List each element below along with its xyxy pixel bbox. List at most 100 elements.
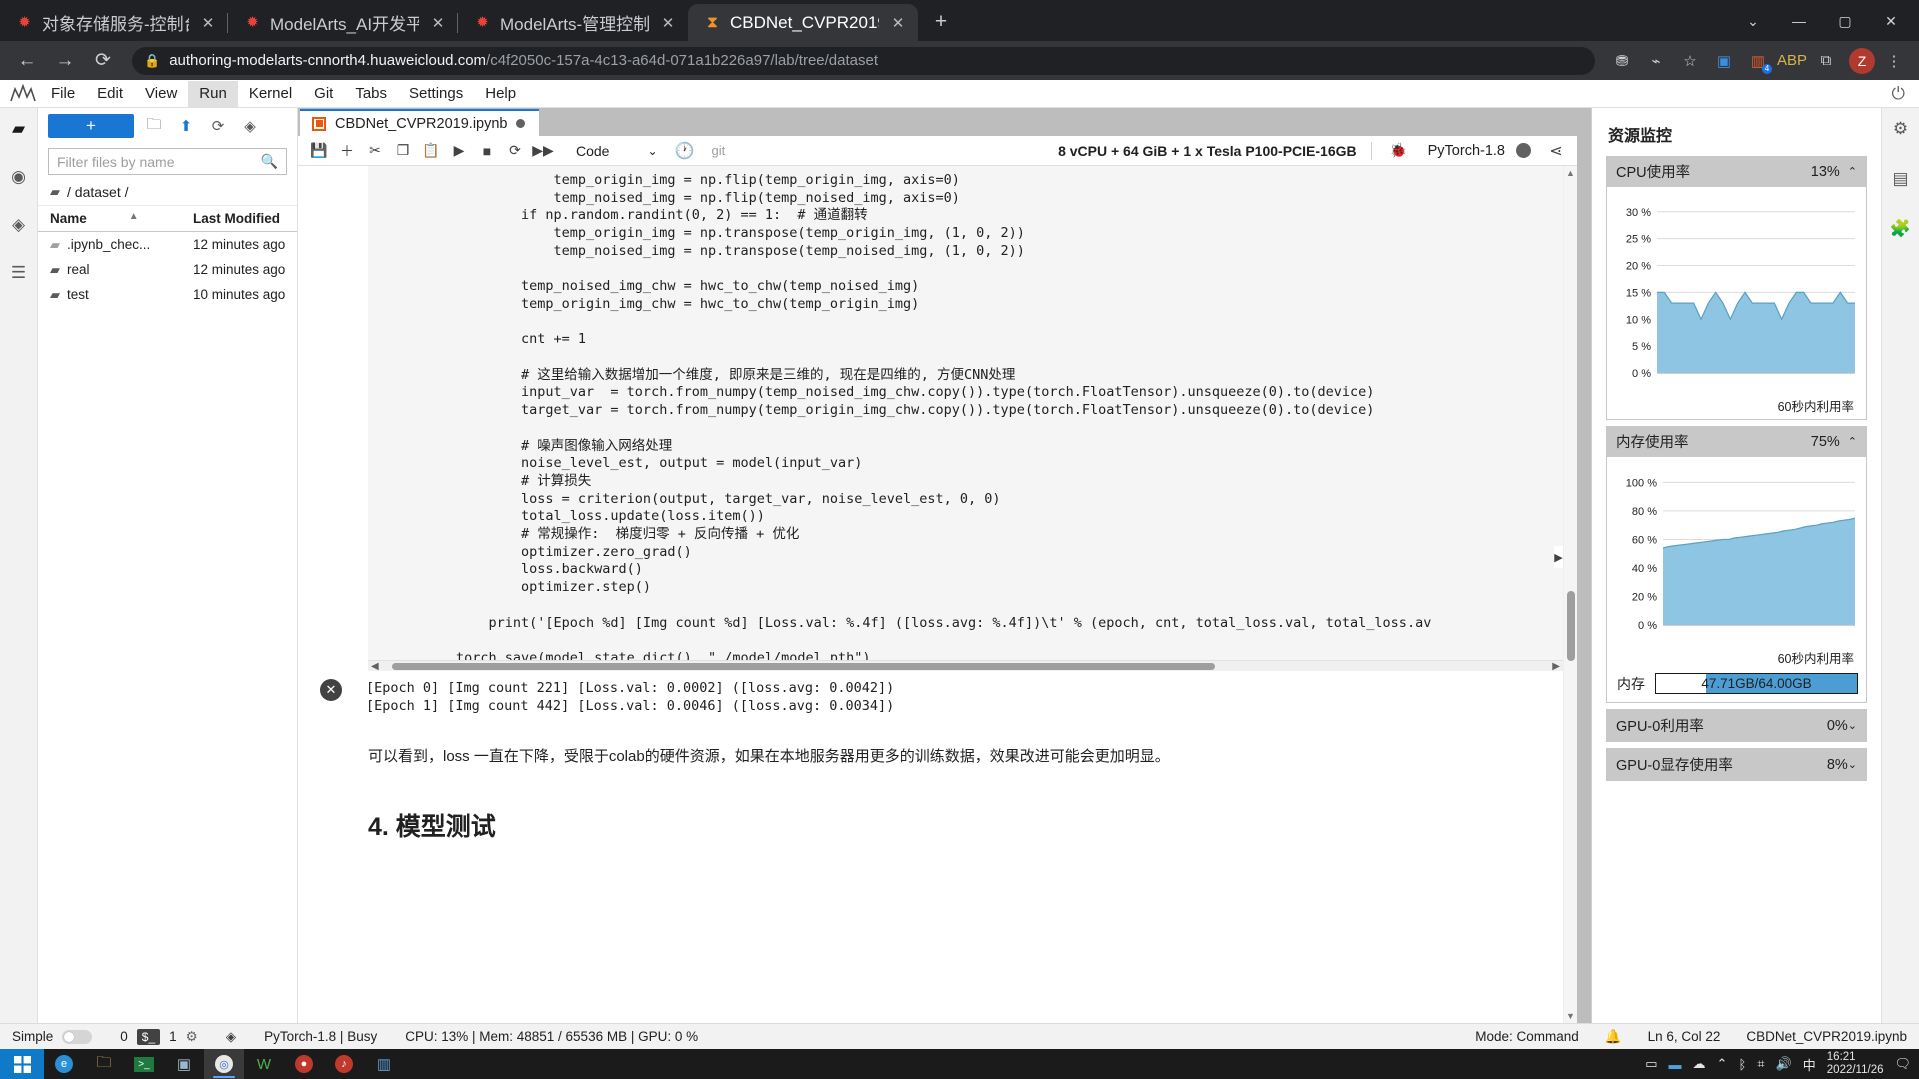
- window-maximize-button[interactable]: ▢: [1823, 6, 1867, 36]
- console-icon[interactable]: ▣: [164, 1049, 204, 1079]
- menu-help[interactable]: Help: [474, 81, 527, 107]
- git-icon[interactable]: ◈: [226, 1029, 236, 1045]
- git-clone-icon[interactable]: ◈: [238, 114, 262, 138]
- search-icon[interactable]: 🔍: [261, 153, 278, 170]
- close-icon[interactable]: ✕: [320, 679, 342, 701]
- network-icon[interactable]: ⌗: [1757, 1056, 1764, 1072]
- bell-icon[interactable]: 🔔: [1605, 1029, 1622, 1045]
- restart-icon[interactable]: ⟳: [502, 139, 528, 163]
- gpu-memory-card[interactable]: GPU-0显存使用率 8% ⌄: [1606, 748, 1867, 781]
- window-close-button[interactable]: ✕: [1869, 6, 1913, 36]
- memory-usage-header[interactable]: 内存使用率 75% ⌃: [1606, 426, 1867, 457]
- scroll-thumb[interactable]: [1567, 591, 1575, 661]
- power-icon[interactable]: ⏻: [1892, 84, 1905, 104]
- clock-icon[interactable]: 🕐: [672, 139, 698, 163]
- run-icon[interactable]: ▶: [446, 139, 472, 163]
- up-arrow-icon[interactable]: ⌃: [1717, 1056, 1728, 1072]
- cut-icon[interactable]: ✂: [362, 139, 388, 163]
- music-icon[interactable]: ♪: [324, 1049, 364, 1079]
- task-view-icon[interactable]: ▭: [1645, 1056, 1657, 1072]
- kernel-status[interactable]: PyTorch-1.8 | Busy: [264, 1029, 377, 1044]
- forward-button[interactable]: →: [48, 44, 82, 78]
- notebook-vertical-scrollbar[interactable]: ▲ ▼: [1563, 166, 1577, 1023]
- new-tab-button[interactable]: +: [926, 7, 956, 37]
- share-icon[interactable]: ⌁: [1641, 46, 1671, 76]
- stop-icon[interactable]: ■: [474, 139, 500, 163]
- reload-button[interactable]: ⟳: [86, 44, 120, 78]
- gpu-utilization-card[interactable]: GPU-0利用率 0% ⌄: [1606, 709, 1867, 742]
- scroll-up-icon[interactable]: ▲: [1566, 168, 1575, 178]
- browser-tab-1[interactable]: ✹ 对象存储服务-控制台 ✕: [0, 4, 228, 41]
- browser-tab-3[interactable]: ✹ ModelArts-管理控制台 ✕: [458, 4, 688, 41]
- bug-icon[interactable]: 🐞: [1386, 139, 1412, 163]
- browser-menu-icon[interactable]: ⋮: [1879, 46, 1909, 76]
- tab-extension-icon[interactable]: ▥ 4: [1743, 46, 1773, 76]
- bluetooth-icon[interactable]: ᛒ: [1738, 1057, 1746, 1072]
- star-icon[interactable]: ☆: [1675, 46, 1705, 76]
- running-terminals-icon[interactable]: ◉: [6, 164, 32, 190]
- browser-tab-2[interactable]: ✹ ModelArts_AI开发平台_机 ✕: [228, 4, 458, 41]
- menu-view[interactable]: View: [134, 81, 188, 107]
- new-folder-icon[interactable]: 🗀: [142, 114, 166, 138]
- notebook-tab[interactable]: CBDNet_CVPR2019.ipynb: [300, 109, 540, 136]
- code-horizontal-scrollbar[interactable]: ◀ ▶: [368, 660, 1563, 672]
- unsaved-indicator-icon[interactable]: [516, 119, 526, 128]
- volume-icon[interactable]: 🔊: [1776, 1056, 1792, 1072]
- property-inspector-icon[interactable]: ⚙: [1888, 116, 1914, 142]
- scroll-right-icon[interactable]: ▶: [1552, 661, 1560, 672]
- cell-type-dropdown[interactable]: Code ⌄: [572, 143, 662, 159]
- menu-kernel[interactable]: Kernel: [238, 81, 303, 107]
- refresh-icon[interactable]: ⟳: [206, 114, 230, 138]
- tab-close-button[interactable]: ✕: [888, 13, 908, 33]
- notification-icon[interactable]: 🗨: [1894, 1056, 1911, 1072]
- gear-icon[interactable]: ⚙: [186, 1029, 198, 1045]
- copy-icon[interactable]: ❐: [390, 139, 416, 163]
- tab-close-button[interactable]: ✕: [198, 13, 218, 33]
- edge-icon[interactable]: e: [44, 1049, 84, 1079]
- menu-tabs[interactable]: Tabs: [344, 81, 398, 107]
- display-icon[interactable]: ▬: [1669, 1057, 1682, 1072]
- back-button[interactable]: ←: [10, 44, 44, 78]
- app9-icon[interactable]: ▥: [364, 1049, 404, 1079]
- input-method-icon[interactable]: 中: [1803, 1055, 1816, 1074]
- tab-close-button[interactable]: ✕: [658, 13, 678, 33]
- tab-close-button[interactable]: ✕: [428, 13, 448, 33]
- extension-manager-icon[interactable]: 🧩: [1888, 216, 1914, 242]
- screenshot-extension-icon[interactable]: ▣: [1709, 46, 1739, 76]
- scroll-down-icon[interactable]: ▼: [1566, 1011, 1575, 1021]
- upload-icon[interactable]: ⬆: [174, 114, 198, 138]
- folder-icon[interactable]: ▰: [6, 116, 32, 142]
- git-icon[interactable]: ◈: [6, 212, 32, 238]
- chevron-down-icon[interactable]: ⌄: [1848, 719, 1857, 732]
- share-icon[interactable]: ⋖: [1543, 139, 1569, 163]
- menu-run[interactable]: Run: [188, 80, 238, 107]
- menu-settings[interactable]: Settings: [398, 81, 474, 107]
- kernel-name-label[interactable]: PyTorch-1.8: [1428, 143, 1505, 159]
- code-cell-input[interactable]: temp_origin_img = np.flip(temp_origin_im…: [368, 166, 1563, 666]
- file-row[interactable]: ▰ real 12 minutes ago: [38, 257, 297, 282]
- run-all-icon[interactable]: ▶▶: [530, 139, 556, 163]
- file-row[interactable]: ▰ test 10 minutes ago: [38, 282, 297, 307]
- terminal-icon[interactable]: >_: [124, 1049, 164, 1079]
- explorer-icon[interactable]: 🗀: [84, 1049, 124, 1079]
- insert-cell-icon[interactable]: ＋: [334, 139, 360, 163]
- commands-icon[interactable]: ☰: [6, 260, 32, 286]
- window-more-icon[interactable]: ⌄: [1731, 6, 1775, 36]
- git-label[interactable]: git: [712, 143, 726, 158]
- menu-edit[interactable]: Edit: [86, 81, 134, 107]
- simple-mode-toggle[interactable]: [62, 1029, 93, 1044]
- cloud-icon[interactable]: ☁: [1693, 1056, 1706, 1072]
- wechat-icon[interactable]: W: [244, 1049, 284, 1079]
- column-modified-header[interactable]: Last Modified: [187, 206, 297, 231]
- markdown-heading[interactable]: 4. 模型测试: [368, 807, 1563, 843]
- column-name-header[interactable]: Name ▲: [38, 206, 187, 231]
- address-bar[interactable]: 🔒 authoring-modelarts-cnnorth4.huaweiclo…: [132, 46, 1595, 75]
- save-icon[interactable]: 💾: [306, 139, 332, 163]
- chevron-down-icon[interactable]: ⌄: [1848, 758, 1857, 771]
- code-cell-source[interactable]: temp_origin_img = np.flip(temp_origin_im…: [368, 172, 1563, 668]
- new-launcher-button[interactable]: +: [48, 114, 134, 138]
- filter-files-input[interactable]: Filter files by name 🔍: [48, 148, 287, 175]
- terminal-icon[interactable]: $_: [136, 1028, 161, 1045]
- window-minimize-button[interactable]: —: [1777, 6, 1821, 36]
- recorder-icon[interactable]: ●: [284, 1049, 324, 1079]
